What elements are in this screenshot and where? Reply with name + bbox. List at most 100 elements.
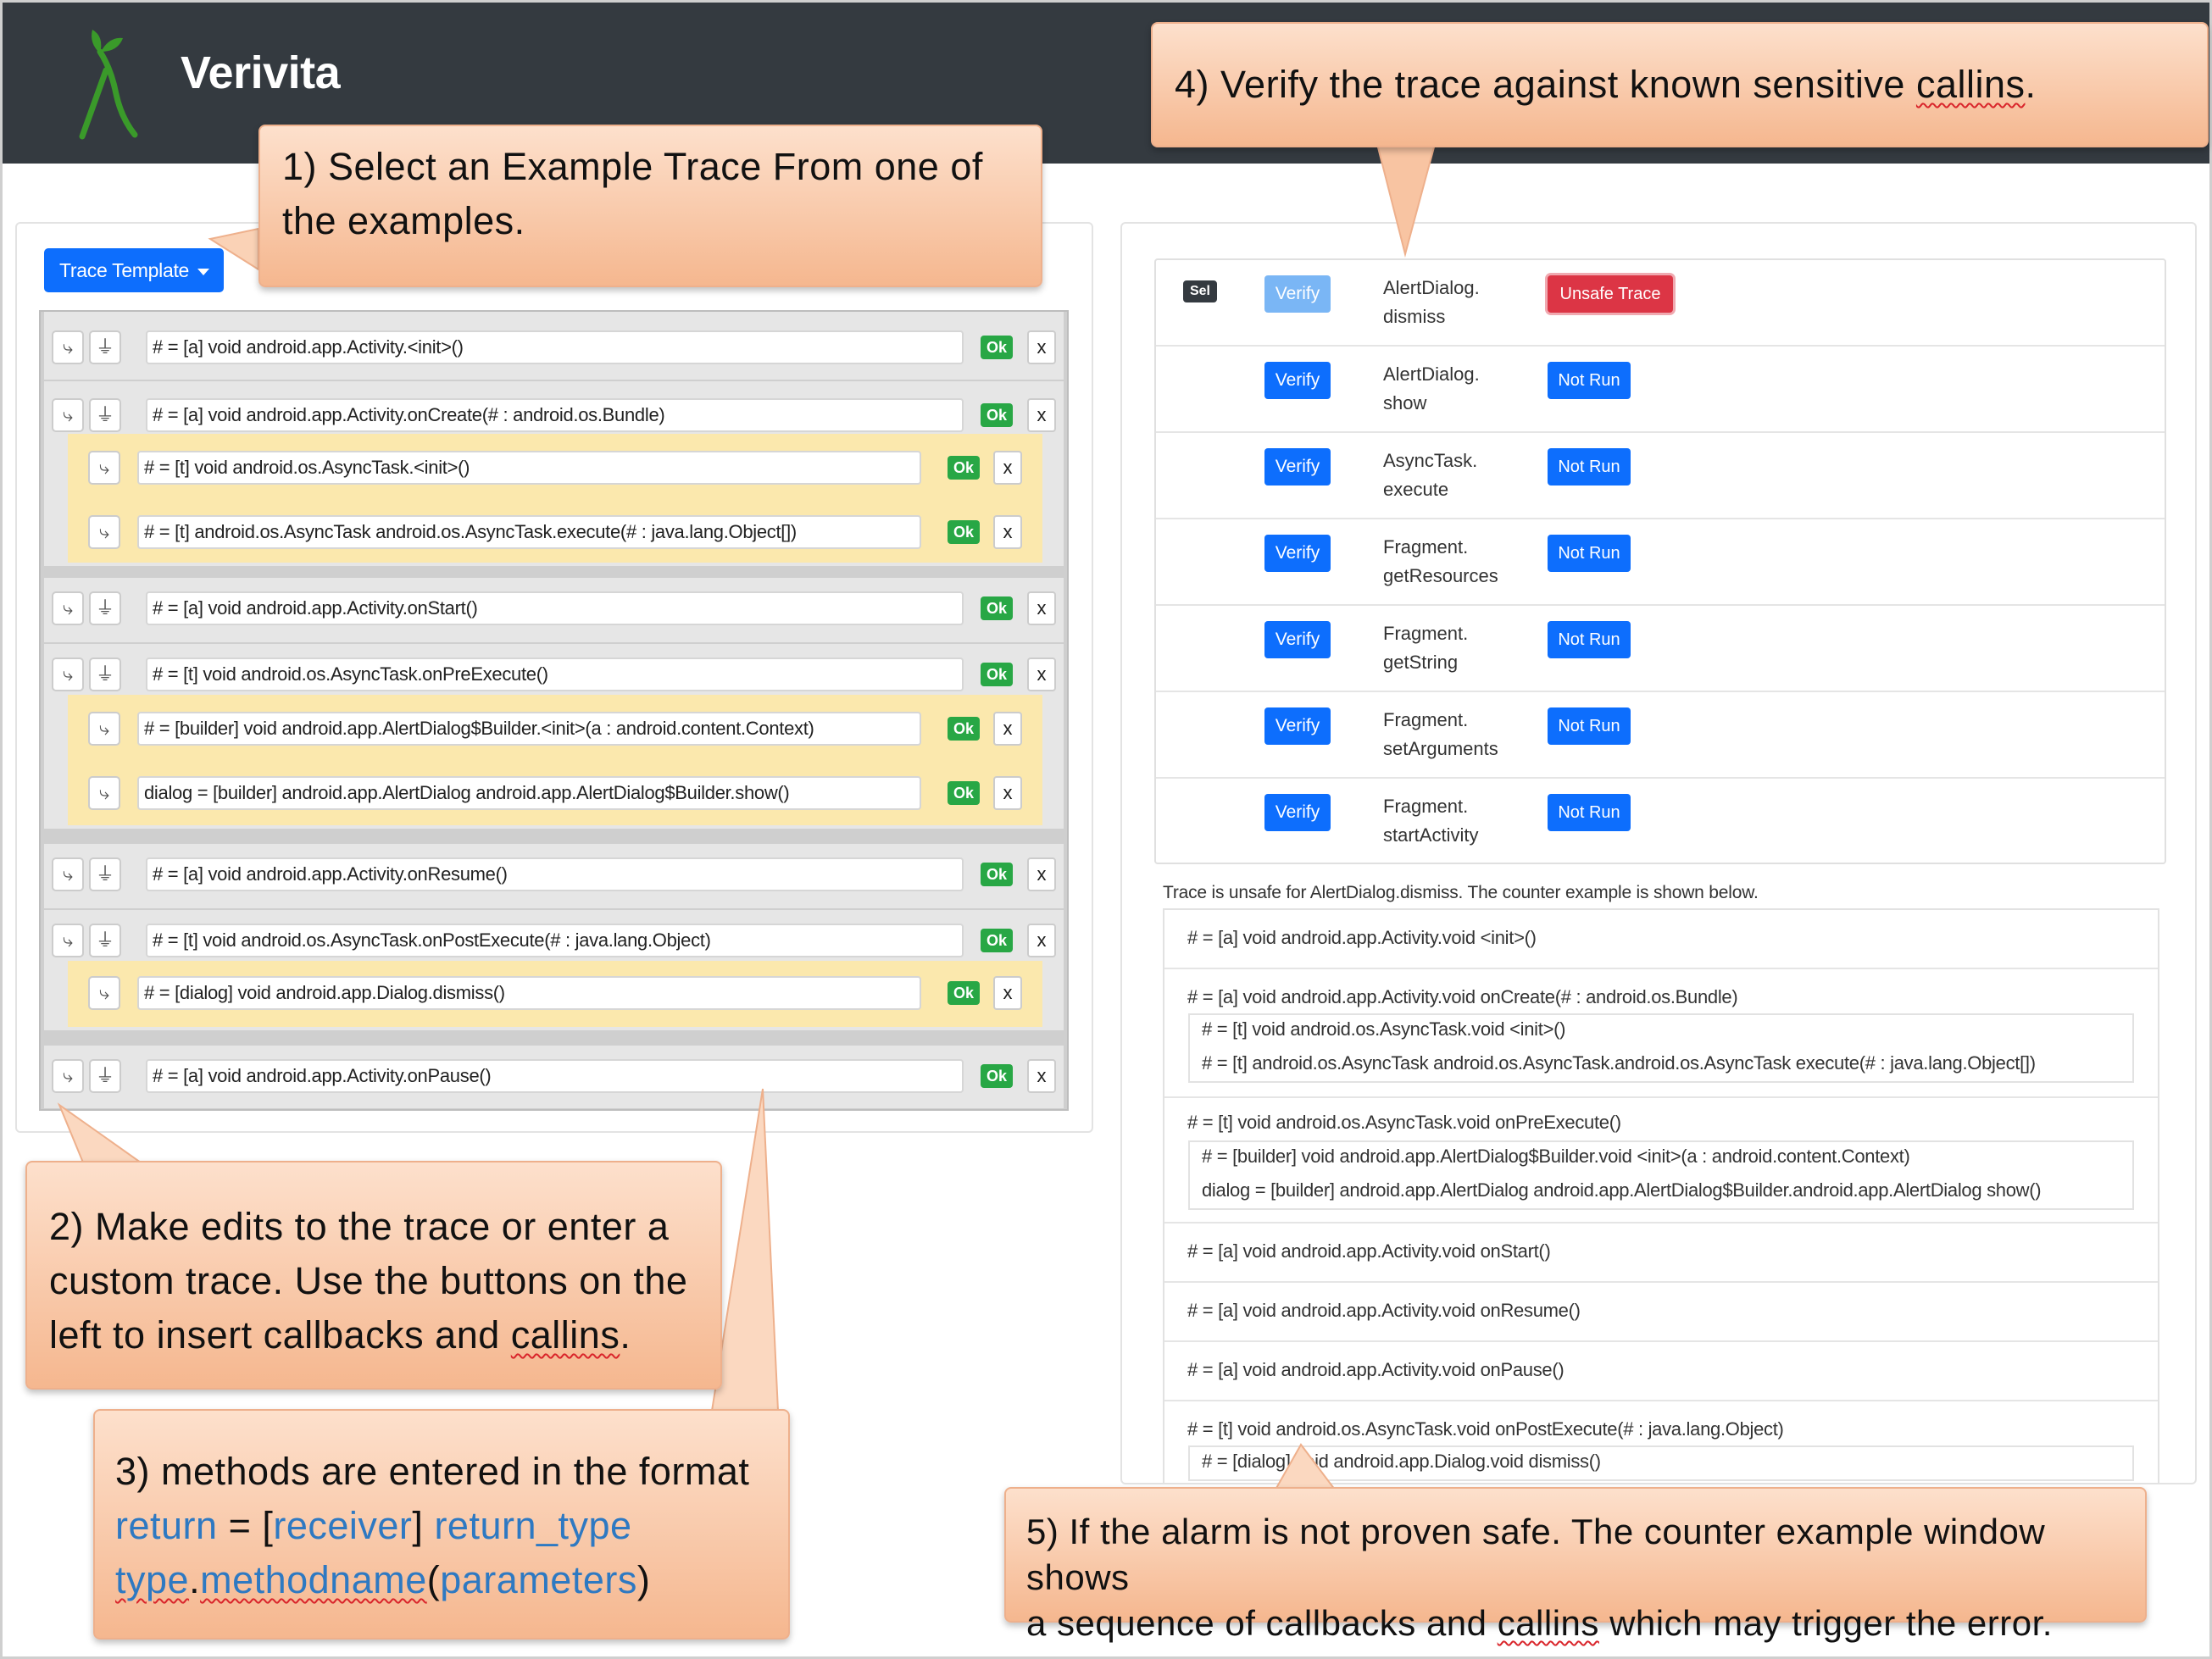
not-run-button[interactable]: Not Run (1548, 621, 1631, 658)
not-run-button[interactable]: Not Run (1548, 535, 1631, 572)
ok-badge: Ok (981, 336, 1013, 359)
counter-example-callin: # = [t] void android.os.AsyncTask.void <… (1202, 1018, 1566, 1040)
insert-callin-icon[interactable]: ⤷ (52, 1059, 84, 1093)
trace-template-dropdown[interactable]: Trace Template (44, 248, 224, 292)
not-run-button[interactable]: Not Run (1548, 448, 1631, 485)
callin-method: show (1383, 392, 1427, 413)
verify-button[interactable]: Verify (1264, 448, 1331, 485)
remove-button[interactable]: x (1027, 591, 1056, 625)
insert-callin-icon[interactable]: ⤷ (52, 591, 84, 625)
trace-method-input[interactable]: # = [a] void android.app.Activity.onCrea… (146, 398, 964, 432)
remove-button[interactable]: x (993, 976, 1022, 1010)
remove-button[interactable]: x (1027, 657, 1056, 691)
remove-button[interactable]: x (1027, 330, 1056, 364)
callback-row: ⤷ ⏚ # = [a] void android.app.Activity.on… (44, 844, 1064, 908)
selected-badge: Sel (1183, 280, 1217, 302)
callin-method: dismiss (1383, 306, 1446, 327)
callout-text: 5) If the alarm is not proven safe. The … (1026, 1509, 2145, 1646)
counter-example-item: # = [a] void android.app.Activity.void o… (1164, 1223, 2158, 1283)
remove-button[interactable]: x (1027, 398, 1056, 432)
insert-callin-icon[interactable]: ⤷ (52, 857, 84, 891)
verify-button[interactable]: Verify (1264, 535, 1331, 572)
ok-badge: Ok (981, 663, 1013, 686)
ok-badge: Ok (981, 596, 1013, 620)
callin-name: Fragment. getResources (1383, 533, 1498, 591)
callout-line: return = [receiver] return_type (115, 1499, 749, 1553)
insert-callin-icon[interactable]: ⤷ (88, 451, 120, 485)
callout-text: 2) Make edits to the trace or enter a cu… (49, 1200, 687, 1362)
callin-class: Fragment. (1383, 796, 1469, 817)
callout-line: 3) methods are entered in the format (115, 1450, 750, 1493)
remove-button[interactable]: x (1027, 1059, 1056, 1093)
ok-badge: Ok (981, 1064, 1013, 1088)
callin-method-input[interactable]: # = [t] android.os.AsyncTask android.os.… (137, 515, 921, 549)
callout-text: 1) Select an Example Trace From one of t… (282, 140, 983, 248)
verify-button[interactable]: Verify (1264, 362, 1331, 399)
callin-method: getString (1383, 652, 1459, 673)
callout-text-part: which may trigger the error. (1598, 1603, 2053, 1643)
callin-method: execute (1383, 479, 1449, 500)
callout-text-part: a sequence of callbacks and (1026, 1603, 1498, 1643)
callin-class: Fragment. (1383, 536, 1469, 558)
insert-callback-icon[interactable]: ⏚ (89, 657, 121, 691)
callin-method-input[interactable]: # = [builder] void android.app.AlertDial… (137, 712, 921, 746)
callout-line: a sequence of callbacks and callins whic… (1026, 1601, 2145, 1646)
remove-button[interactable]: x (993, 515, 1022, 549)
counter-example-callin: # = [t] android.os.AsyncTask android.os.… (1202, 1052, 2036, 1074)
remove-button[interactable]: x (993, 776, 1022, 810)
insert-callback-icon[interactable]: ⏚ (89, 1059, 121, 1093)
ok-badge: Ok (981, 863, 1013, 886)
callout-edit-trace: 2) Make edits to the trace or enter a cu… (25, 1161, 722, 1390)
callout-line: 2) Make edits to the trace or enter a (49, 1205, 670, 1248)
callin-name: AlertDialog. show (1383, 360, 1480, 418)
callin-group: ⤷ # = [builder] void android.app.AlertDi… (68, 695, 1042, 825)
trace-method-input[interactable]: # = [t] void android.os.AsyncTask.onPost… (146, 924, 964, 957)
brand-name[interactable]: Verivita (181, 47, 341, 99)
unsafe-trace-button[interactable]: Unsafe Trace (1548, 275, 1673, 313)
callin-class: Fragment. (1383, 623, 1469, 644)
verify-button[interactable]: Verify (1264, 794, 1331, 831)
verify-button[interactable]: Verify (1264, 275, 1331, 313)
insert-callin-icon[interactable]: ⤷ (88, 515, 120, 549)
verify-button[interactable]: Verify (1264, 707, 1331, 745)
trace-method-input[interactable]: # = [a] void android.app.Activity.onPaus… (146, 1059, 964, 1093)
insert-callback-icon[interactable]: ⏚ (89, 330, 121, 364)
trace-method-input[interactable]: # = [a] void android.app.Activity.<init>… (146, 330, 964, 364)
callin-method-input[interactable]: # = [t] void android.os.AsyncTask.<init>… (137, 451, 921, 485)
callin-method-input[interactable]: dialog = [builder] android.app.AlertDial… (137, 776, 921, 810)
not-run-button[interactable]: Not Run (1548, 707, 1631, 745)
callin-method: startActivity (1383, 824, 1479, 846)
insert-callback-icon[interactable]: ⏚ (89, 857, 121, 891)
insert-callin-icon[interactable]: ⤷ (52, 924, 84, 957)
insert-callin-icon[interactable]: ⤷ (52, 657, 84, 691)
format-text: ) (636, 1558, 651, 1601)
callin-group: ⤷ # = [t] void android.os.AsyncTask.<ini… (68, 434, 1042, 563)
insert-callback-icon[interactable]: ⏚ (89, 924, 121, 957)
remove-button[interactable]: x (1027, 924, 1056, 957)
callin-class: AlertDialog. (1383, 277, 1480, 298)
verify-button[interactable]: Verify (1264, 621, 1331, 658)
trace-method-input[interactable]: # = [a] void android.app.Activity.onStar… (146, 591, 964, 625)
insert-callin-icon[interactable]: ⤷ (88, 976, 120, 1010)
trace-method-input[interactable]: # = [t] void android.os.AsyncTask.onPreE… (146, 657, 964, 691)
insert-callback-icon[interactable]: ⏚ (89, 591, 121, 625)
callback-row: ⤷ ⏚ # = [a] void android.app.Activity.on… (44, 578, 1064, 642)
insert-callin-icon[interactable]: ⤷ (88, 776, 120, 810)
remove-button[interactable]: x (1027, 857, 1056, 891)
insert-callback-icon[interactable]: ⏚ (89, 398, 121, 432)
callout-verify-trace: 4) Verify the trace against known sensit… (1151, 22, 2209, 147)
not-run-button[interactable]: Not Run (1548, 794, 1631, 831)
not-run-button[interactable]: Not Run (1548, 362, 1631, 399)
ok-badge: Ok (981, 929, 1013, 952)
remove-button[interactable]: x (993, 451, 1022, 485)
trace-method-input[interactable]: # = [a] void android.app.Activity.onResu… (146, 857, 964, 891)
insert-callin-icon[interactable]: ⤷ (52, 330, 84, 364)
counter-example-message: Trace is unsafe for AlertDialog.dismiss.… (1163, 883, 1759, 902)
callin-method: getResources (1383, 565, 1498, 586)
insert-callin-icon[interactable]: ⤷ (88, 712, 120, 746)
callin-name: AsyncTask. execute (1383, 447, 1477, 504)
callin-method-input[interactable]: # = [dialog] void android.app.Dialog.dis… (137, 976, 921, 1010)
callback-row: ⤷ ⏚ # = [a] void android.app.Activity.on… (44, 1046, 1064, 1108)
remove-button[interactable]: x (993, 712, 1022, 746)
insert-callin-icon[interactable]: ⤷ (52, 398, 84, 432)
